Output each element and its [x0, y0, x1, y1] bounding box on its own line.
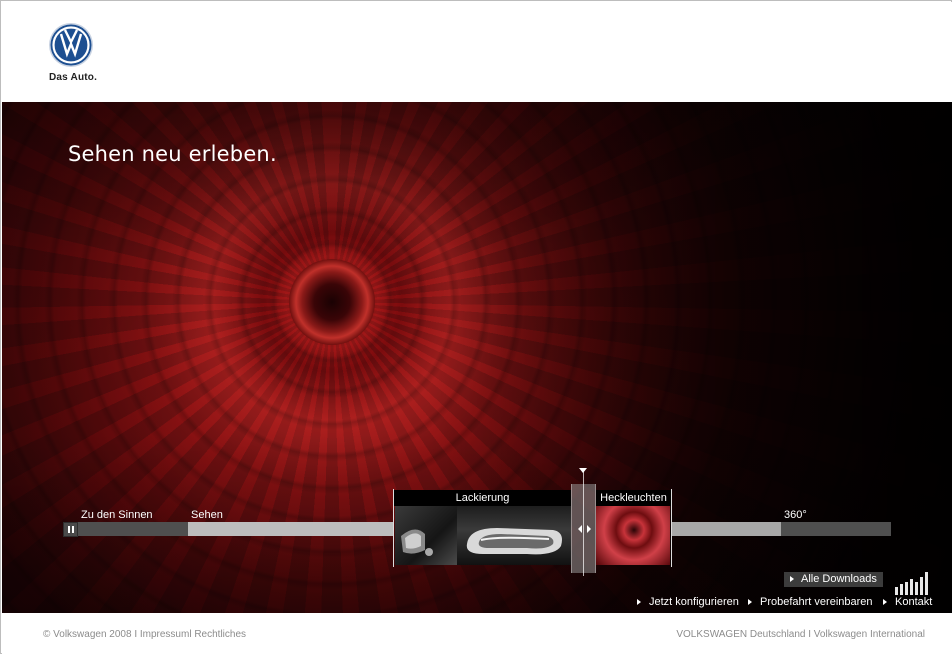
timeline-label-end[interactable]: 360° — [784, 509, 807, 521]
timeline-label-start[interactable]: Zu den Sinnen — [81, 509, 153, 521]
timeline-segment-past[interactable] — [78, 522, 188, 536]
preview-title-lackierung: Lackierung — [394, 490, 571, 506]
timeline-segment-current[interactable] — [188, 522, 393, 536]
site-header: Das Auto. — [2, 2, 952, 102]
pause-button[interactable] — [63, 522, 78, 537]
playhead-marker-icon — [579, 468, 587, 473]
scrub-handle-icon — [578, 525, 591, 533]
footer-legal-links[interactable]: © Volkswagen 2008 I Impressuml Rechtlich… — [43, 629, 246, 640]
volume-bars-icon[interactable] — [895, 571, 933, 595]
timeline-segment-end[interactable] — [781, 522, 891, 536]
all-downloads-label: Alle Downloads — [801, 573, 877, 585]
vw-logo-icon[interactable] — [48, 22, 94, 68]
thumbnail-door-handle[interactable] — [457, 506, 571, 565]
page-frame: Das Auto. Sehen neu erleben. Zu den Sinn… — [0, 0, 952, 654]
arrow-right-icon — [883, 599, 887, 605]
preview-title-heckleuchten: Heckleuchten — [596, 490, 671, 506]
all-downloads-button[interactable]: Alle Downloads — [784, 572, 883, 587]
thumbnail-taillight[interactable] — [596, 506, 670, 565]
link-test-drive-label: Probefahrt vereinbaren — [760, 596, 873, 608]
site-footer: © Volkswagen 2008 I Impressuml Rechtlich… — [2, 613, 952, 654]
footer-site-links[interactable]: VOLKSWAGEN Deutschland I Volkswagen Inte… — [676, 629, 925, 640]
arrow-right-icon — [637, 599, 641, 605]
playhead-line — [583, 471, 584, 576]
arrow-right-icon — [748, 599, 752, 605]
arrow-right-icon — [790, 576, 794, 582]
timeline-label-current[interactable]: Sehen — [191, 509, 223, 521]
thumbnail-interior[interactable] — [395, 506, 457, 565]
brand-tagline: Das Auto. — [49, 72, 98, 83]
timeline-segment-next[interactable] — [672, 522, 781, 536]
link-configure-label: Jetzt konfigurieren — [649, 596, 739, 608]
link-contact-label: Kontakt — [895, 596, 933, 608]
hero-headline: Sehen neu erleben. — [68, 142, 277, 166]
